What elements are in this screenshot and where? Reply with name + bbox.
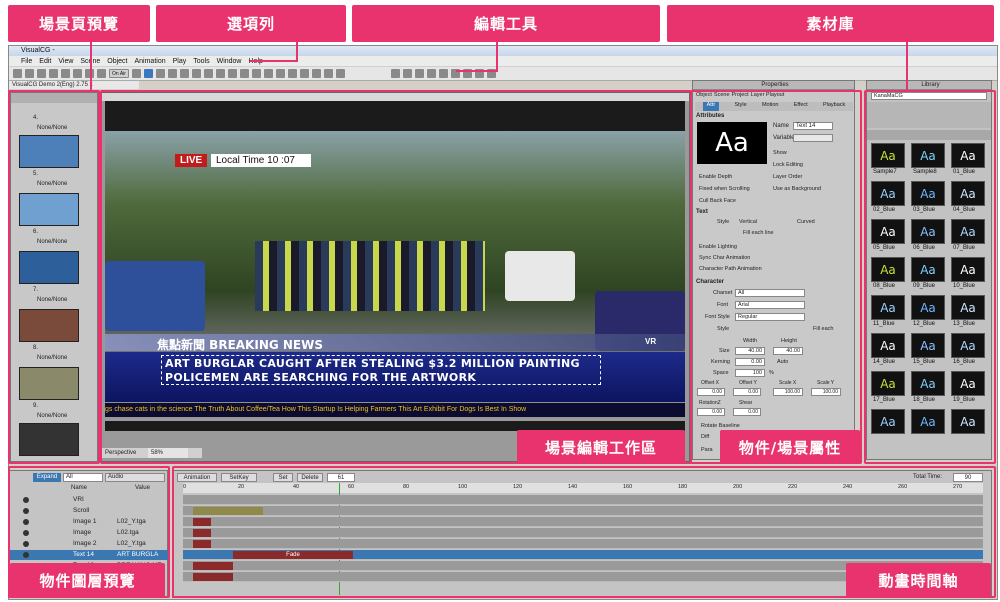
callout-library: 素材庫	[667, 5, 994, 42]
frame-timeline	[172, 466, 996, 598]
copy-icon[interactable]	[61, 69, 70, 78]
pen-icon[interactable]	[204, 69, 213, 78]
clock-icon[interactable]	[288, 69, 297, 78]
play-first-icon[interactable]	[391, 69, 400, 78]
menu-bar: File Edit View Scene Object Animation Pl…	[9, 56, 997, 66]
connector-scene	[90, 42, 92, 90]
menu-play[interactable]: Play	[173, 58, 187, 65]
video-icon[interactable]	[324, 69, 333, 78]
menu-window[interactable]: Window	[217, 58, 242, 65]
play-icon[interactable]	[415, 69, 424, 78]
open-icon[interactable]	[25, 69, 34, 78]
connector-menu	[296, 42, 298, 62]
menu-animation[interactable]: Animation	[134, 58, 165, 65]
callout-edit-tools: 編輯工具	[352, 5, 660, 42]
menu-file[interactable]: File	[21, 58, 32, 65]
play-next-icon[interactable]	[427, 69, 436, 78]
audio-icon[interactable]	[336, 69, 345, 78]
image-tool-icon[interactable]	[192, 69, 201, 78]
properties-title: Properties	[693, 81, 854, 90]
document-tab[interactable]: VisualCG Demo 2(Eng) 2.75 x	[9, 81, 139, 89]
window-title: VisualCG -	[21, 47, 55, 54]
rect-icon[interactable]	[228, 69, 237, 78]
frame-workspace	[100, 90, 692, 464]
circle-icon[interactable]	[240, 69, 249, 78]
cut-icon[interactable]	[49, 69, 58, 78]
pointer-icon[interactable]	[132, 69, 141, 78]
frame-properties	[690, 90, 862, 464]
menu-view[interactable]: View	[58, 58, 73, 65]
callout-menubar: 選項列	[156, 5, 346, 42]
edit-toolbar: On Air	[9, 67, 997, 81]
callout-scene-preview: 場景頁預覽	[8, 5, 150, 42]
ellipse-icon[interactable]	[252, 69, 261, 78]
scale-icon[interactable]	[168, 69, 177, 78]
frame-library	[864, 90, 996, 464]
menu-object[interactable]: Object	[107, 58, 127, 65]
rotate-icon[interactable]	[156, 69, 165, 78]
brush-icon[interactable]	[216, 69, 225, 78]
play-prev-icon[interactable]	[403, 69, 412, 78]
on-air-button[interactable]: On Air	[109, 69, 129, 78]
title-bar: VisualCG -	[9, 46, 997, 56]
frame-scene-preview	[8, 90, 100, 464]
connector-library	[906, 42, 908, 90]
table-icon[interactable]	[312, 69, 321, 78]
connector-tools-h	[456, 70, 498, 72]
move-icon[interactable]	[144, 69, 153, 78]
menu-tools[interactable]: Tools	[193, 58, 209, 65]
star-icon[interactable]	[264, 69, 273, 78]
paste-icon[interactable]	[73, 69, 82, 78]
polygon-icon[interactable]	[276, 69, 285, 78]
text-tool-icon[interactable]	[180, 69, 189, 78]
library-title: Library	[867, 81, 991, 90]
frame-layers	[8, 466, 170, 598]
new-icon[interactable]	[13, 69, 22, 78]
save-icon[interactable]	[37, 69, 46, 78]
menu-edit[interactable]: Edit	[39, 58, 51, 65]
screenshot: VisualCG - File Edit View Scene Object A…	[0, 0, 1000, 602]
play-last-icon[interactable]	[439, 69, 448, 78]
chart-icon[interactable]	[300, 69, 309, 78]
redo-icon[interactable]	[97, 69, 106, 78]
connector-menu-h	[250, 60, 298, 62]
connector-tools	[496, 42, 498, 72]
